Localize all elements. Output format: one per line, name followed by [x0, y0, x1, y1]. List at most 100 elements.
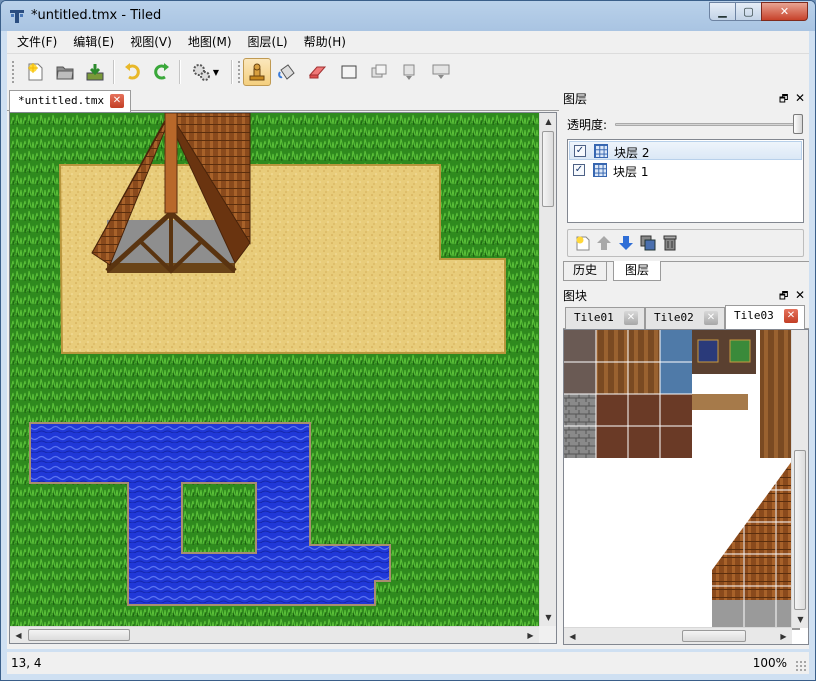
map-vertical-scrollbar[interactable]: ▲ ▼: [539, 113, 556, 626]
toolbar-grip[interactable]: [11, 60, 15, 84]
add-layer-button[interactable]: [574, 234, 592, 252]
new-layer-icon: [576, 236, 590, 251]
close-panel-icon[interactable]: ✕: [795, 288, 805, 302]
tileset-grid[interactable]: [564, 330, 809, 645]
close-panel-icon[interactable]: ✕: [795, 91, 805, 105]
move-button[interactable]: [365, 58, 393, 86]
tile[interactable]: [712, 600, 800, 630]
scroll-down-icon[interactable]: ▼: [540, 609, 557, 626]
layer-visibility-checkbox[interactable]: ✓: [573, 164, 585, 176]
commands-button[interactable]: ▼: [185, 58, 225, 86]
layer-row[interactable]: ✓ 块层 2: [569, 141, 802, 160]
app-window: *untitled.tmx - Tiled ▁ ▢ ✕ 文件(F) 编辑(E) …: [0, 0, 816, 681]
scroll-corner: [539, 626, 556, 643]
resize-button[interactable]: [427, 58, 455, 86]
float-panel-icon[interactable]: 🗗: [779, 289, 788, 306]
eraser-button[interactable]: [303, 58, 331, 86]
trash-icon: [663, 235, 677, 251]
move-icon: [371, 64, 387, 78]
document-tab[interactable]: *untitled.tmx ✕: [9, 90, 131, 112]
tile[interactable]: [760, 330, 792, 458]
toolbar-separator: [113, 60, 115, 84]
menu-layer[interactable]: 图层(L): [240, 31, 296, 53]
tile-layer-icon: [594, 144, 608, 158]
menu-help[interactable]: 帮助(H): [296, 31, 354, 53]
tileset-vertical-scrollbar[interactable]: ▼: [791, 330, 808, 628]
chevron-down-icon: ▼: [212, 67, 220, 77]
arrow-up-icon: [597, 236, 611, 250]
open-file-icon: [56, 66, 74, 80]
float-panel-icon[interactable]: 🗗: [779, 92, 788, 109]
stamp-brush-button[interactable]: [243, 58, 271, 86]
undo-button[interactable]: [119, 58, 147, 86]
opacity-slider-track[interactable]: [615, 123, 799, 126]
close-tab-icon[interactable]: ✕: [784, 309, 798, 323]
new-file-icon: [28, 63, 43, 81]
close-tab-icon[interactable]: ✕: [704, 311, 718, 325]
scroll-up-icon[interactable]: ▲: [540, 113, 557, 130]
layers-panel-title: 图层: [563, 92, 588, 106]
map-horizontal-scrollbar[interactable]: ◀ ▶: [10, 626, 539, 643]
resize-grip-icon[interactable]: [795, 660, 807, 672]
new-file-button[interactable]: [21, 58, 49, 86]
layer-row[interactable]: ✓ 块层 1: [569, 161, 802, 180]
redo-button[interactable]: [147, 58, 175, 86]
minimize-button[interactable]: ▁: [709, 2, 736, 21]
menu-map[interactable]: 地图(M): [180, 31, 240, 53]
lower-layer-button[interactable]: [617, 234, 635, 252]
bucket-fill-button[interactable]: [273, 58, 301, 86]
scroll-left-icon[interactable]: ◀: [10, 627, 27, 644]
tileset-tab[interactable]: Tile01 ✕: [565, 307, 645, 329]
layer-toolbar: [567, 229, 804, 257]
opacity-slider-handle[interactable]: [793, 114, 803, 134]
tile-layer-icon: [593, 163, 607, 177]
lake-island: [181, 482, 257, 554]
map-canvas[interactable]: [10, 113, 539, 626]
save-file-button[interactable]: [81, 58, 109, 86]
tileset-view[interactable]: ▼ ◀ ▶: [563, 329, 809, 645]
layer-visibility-checkbox[interactable]: ✓: [574, 145, 586, 157]
rectangle-select-button[interactable]: [335, 58, 363, 86]
tileset-vscroll-thumb[interactable]: [794, 450, 806, 610]
stamp-brush-icon: [249, 63, 265, 81]
main-area: *untitled.tmx ✕ ▲ ▼ ◀ ▶ 图层 🗗 ✕ 透明度: ✓ 块层…: [7, 89, 809, 649]
menu-view[interactable]: 视图(V): [122, 31, 180, 53]
document-tab-bar: *untitled.tmx ✕: [7, 89, 559, 112]
save-file-icon: [86, 64, 104, 81]
tileset-horizontal-scrollbar[interactable]: ◀ ▶: [564, 627, 792, 644]
scroll-down-icon[interactable]: ▼: [792, 611, 808, 628]
map-view: ▲ ▼ ◀ ▶: [9, 112, 557, 644]
open-file-button[interactable]: [51, 58, 79, 86]
tileset-hscroll-thumb[interactable]: [682, 630, 746, 642]
tab-layers[interactable]: 图层: [613, 261, 661, 281]
delete-layer-button[interactable]: [661, 234, 679, 252]
scroll-right-icon[interactable]: ▶: [522, 627, 539, 644]
map-render[interactable]: [10, 113, 539, 626]
close-tab-icon[interactable]: ✕: [110, 94, 124, 108]
tile[interactable]: [692, 394, 748, 410]
scroll-right-icon[interactable]: ▶: [775, 628, 792, 644]
zoom-level[interactable]: 100%: [753, 656, 787, 670]
minimize-icon: ▁: [718, 5, 727, 18]
toolbar-separator: [231, 60, 233, 84]
close-window-button[interactable]: ✕: [761, 2, 808, 21]
map-vscroll-thumb[interactable]: [542, 131, 554, 207]
menu-edit[interactable]: 编辑(E): [65, 31, 122, 53]
maximize-button[interactable]: ▢: [735, 2, 762, 21]
close-tab-icon[interactable]: ✕: [624, 311, 638, 325]
toolbar-separator: [179, 60, 181, 84]
scroll-left-icon[interactable]: ◀: [564, 628, 581, 644]
maximize-icon: ▢: [743, 5, 754, 18]
crop-button[interactable]: [395, 58, 423, 86]
map-hscroll-thumb[interactable]: [28, 629, 130, 641]
layer-list: ✓ 块层 2 ✓ 块层 1: [567, 139, 804, 223]
tileset-tab-active[interactable]: Tile03 ✕: [725, 305, 805, 330]
toolbar-grip[interactable]: [237, 60, 241, 84]
raise-layer-button[interactable]: [595, 234, 613, 252]
duplicate-layer-button[interactable]: [639, 234, 657, 252]
opacity-label: 透明度:: [567, 118, 608, 132]
status-bar: 13, 4 100%: [7, 652, 809, 674]
tileset-tab[interactable]: Tile02 ✕: [645, 307, 725, 329]
menu-file[interactable]: 文件(F): [7, 31, 65, 53]
tab-history[interactable]: 历史: [563, 261, 607, 281]
